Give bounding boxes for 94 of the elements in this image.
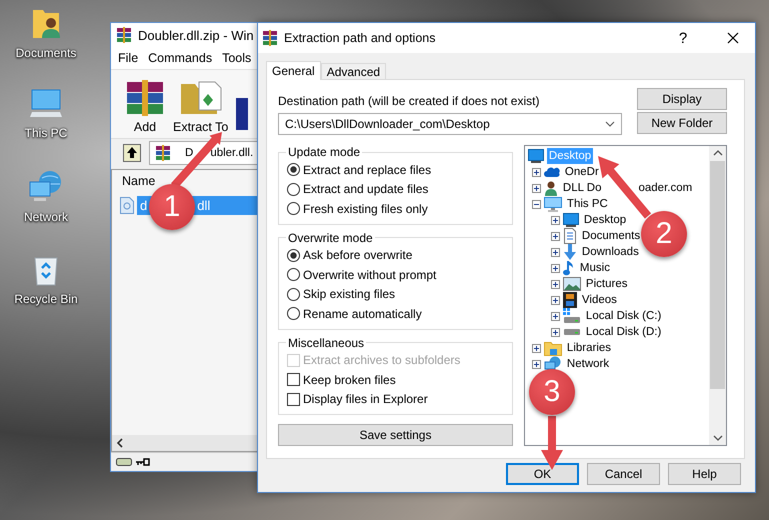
- tree-item[interactable]: Downloads: [580, 244, 641, 260]
- tree-item[interactable]: Videos: [580, 292, 619, 308]
- dialog-title: Extraction path and options: [284, 31, 436, 45]
- window-title: Doubler.dll.zip - Win: [138, 28, 254, 42]
- dialog-button[interactable]: OK: [506, 463, 579, 485]
- stacked-books-icon: [116, 27, 132, 43]
- pointer-arrow: [541, 416, 563, 470]
- person-icon: [544, 180, 558, 196]
- tree-item[interactable]: This PC: [564, 196, 610, 212]
- file-icon: [120, 197, 134, 214]
- tab[interactable]: Advanced: [320, 63, 386, 79]
- group-title: Miscellaneous: [287, 336, 366, 350]
- key-icon: [136, 457, 150, 467]
- cloud-icon: [544, 166, 560, 178]
- chevron-left-icon[interactable]: [116, 438, 124, 448]
- radio-button[interactable]: [287, 182, 300, 196]
- checkbox-option[interactable]: Keep broken files: [287, 370, 504, 390]
- tree-item[interactable]: Local Disk (C:): [584, 308, 664, 324]
- radio-option[interactable]: Ask before overwrite: [287, 246, 504, 265]
- toolbar-button[interactable]: Add: [123, 78, 167, 134]
- tree-item[interactable]: DLL Do: [560, 180, 604, 196]
- radio-option[interactable]: Skip existing files: [287, 284, 504, 304]
- radio-option[interactable]: Fresh existing files only: [287, 199, 504, 218]
- folder-icon: [544, 340, 562, 356]
- expand-icon[interactable]: [550, 312, 560, 320]
- dialog-button[interactable]: Cancel: [587, 463, 660, 485]
- tree-item[interactable]: Desktop: [582, 212, 628, 228]
- tree-item[interactable]: Libraries: [564, 340, 614, 356]
- group-title: Overwrite mode: [287, 230, 374, 244]
- expand-icon[interactable]: [550, 232, 560, 240]
- tree-item[interactable]: Pictures: [584, 276, 630, 292]
- toolbar-button[interactable]: Extract To: [173, 78, 228, 134]
- chevron-down-icon[interactable]: [605, 121, 615, 127]
- landscape-picture-icon: [562, 277, 581, 291]
- computer-icon: [544, 196, 562, 212]
- stacked-books-icon: [155, 145, 171, 161]
- collapse-icon[interactable]: [532, 200, 541, 208]
- desktop-icon-label[interactable]: Recycle Bin: [14, 292, 78, 306]
- radio-button[interactable]: [287, 288, 300, 301]
- monitor-icon: [528, 149, 544, 163]
- radio-button[interactable]: [287, 248, 300, 262]
- expand-icon[interactable]: [550, 248, 560, 256]
- group-title: Update mode: [287, 145, 362, 159]
- expand-icon[interactable]: [550, 264, 560, 272]
- globe-monitor-icon[interactable]: [28, 170, 64, 204]
- computer-icon[interactable]: [29, 88, 63, 120]
- radio-option[interactable]: Rename automatically: [287, 304, 504, 324]
- drive-icon: [564, 329, 580, 335]
- menu-item[interactable]: File: [113, 51, 144, 65]
- radio-button[interactable]: [287, 202, 300, 216]
- expand-icon[interactable]: [532, 184, 541, 192]
- radio-button[interactable]: [287, 307, 300, 320]
- drive-icon: [562, 308, 581, 324]
- radio-option[interactable]: Extract and update files: [287, 180, 504, 199]
- expand-icon[interactable]: [550, 280, 560, 288]
- checkbox[interactable]: [287, 392, 300, 406]
- tree-item[interactable]: Network: [564, 356, 612, 372]
- radio-option[interactable]: Extract and replace files: [287, 160, 504, 180]
- expand-icon[interactable]: [532, 360, 541, 368]
- menu-item[interactable]: Commands: [143, 51, 218, 65]
- drive-icon: [116, 457, 132, 467]
- monitor-icon: [562, 213, 579, 227]
- destination-path-field[interactable]: C:\Users\DllDownloader_com\Desktop: [278, 113, 622, 135]
- scrollbar-thumb[interactable]: [710, 161, 725, 389]
- vertical-scrollbar[interactable]: [709, 146, 726, 445]
- help-button[interactable]: ?: [661, 23, 705, 53]
- document-icon: [562, 228, 577, 244]
- checkbox-option[interactable]: Display files in Explorer: [287, 390, 504, 409]
- dialog-button[interactable]: Help: [668, 463, 741, 485]
- menu-item[interactable]: Tools: [217, 51, 256, 65]
- tree-item[interactable]: Music: [578, 260, 612, 276]
- expand-icon[interactable]: [550, 296, 560, 304]
- stacked-books-icon: [262, 30, 278, 46]
- tree-item-text[interactable]: oader.com: [636, 180, 694, 196]
- expand-icon[interactable]: [550, 328, 560, 336]
- action-button[interactable]: Display: [637, 88, 727, 110]
- music-note-icon: [562, 260, 575, 276]
- expand-icon[interactable]: [550, 216, 560, 224]
- radio-button[interactable]: [287, 163, 300, 176]
- expand-icon[interactable]: [532, 344, 541, 352]
- tree-item[interactable]: Documents: [580, 228, 642, 244]
- field-label: Destination path (will be created if does not exist): [278, 93, 540, 108]
- checkbox[interactable]: [287, 373, 300, 386]
- save-settings-button[interactable]: Save settings: [278, 424, 513, 446]
- action-button[interactable]: New Folder: [637, 112, 727, 134]
- radio-button[interactable]: [287, 268, 300, 282]
- radio-option[interactable]: Overwrite without prompt: [287, 265, 504, 284]
- download-arrow-icon: [562, 244, 577, 260]
- expand-icon[interactable]: [532, 168, 541, 176]
- close-icon[interactable]: [727, 32, 739, 44]
- tab[interactable]: General: [266, 61, 321, 80]
- film-strip-icon: [562, 292, 577, 308]
- tree-item[interactable]: OneDr: [562, 164, 601, 180]
- tree-item[interactable]: Local Disk (D:): [584, 324, 664, 340]
